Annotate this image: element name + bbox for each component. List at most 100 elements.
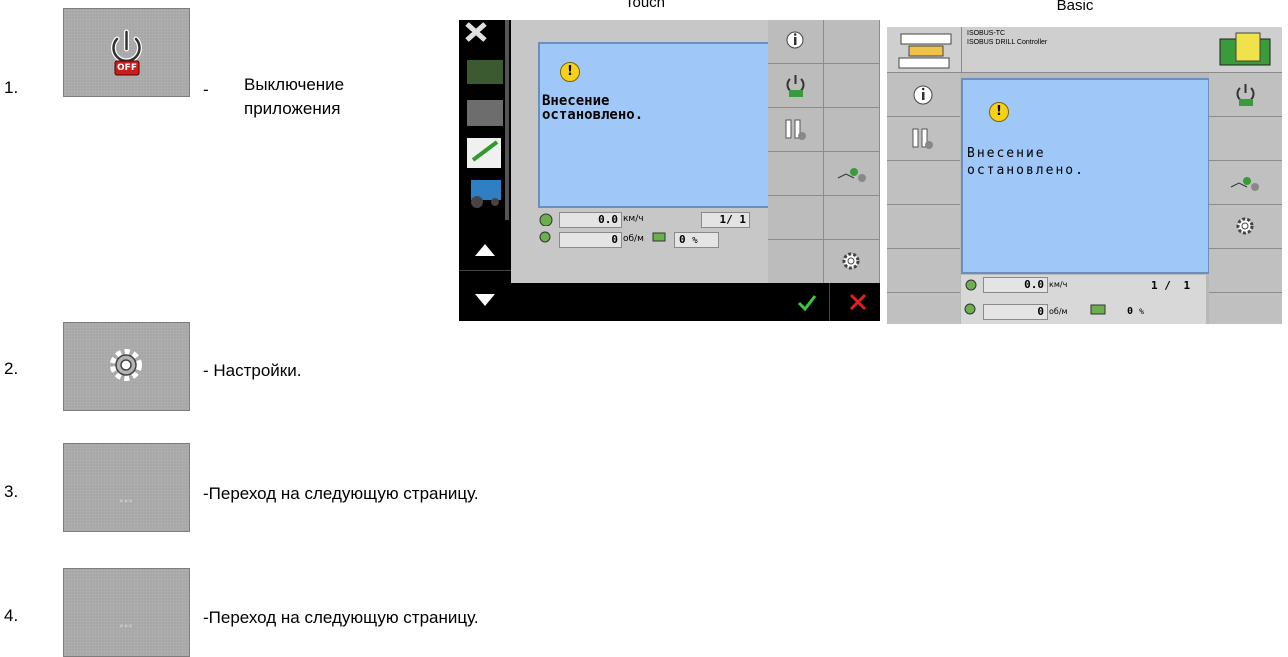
basic-empty-key-2[interactable] xyxy=(887,205,960,249)
item-number-2: 2. xyxy=(4,359,19,378)
touch-message-line2: остановлено. xyxy=(542,107,644,123)
basic-message-box: ! Внесение остановлено. xyxy=(961,78,1210,274)
gear-icon xyxy=(110,349,142,381)
basic-empty-key-6[interactable] xyxy=(1209,249,1282,293)
touch-empty-key-1[interactable] xyxy=(824,20,880,64)
touch-bottom-bar xyxy=(511,283,880,321)
item-3-description: -Переход на следующую страницу. xyxy=(203,484,479,503)
item-number-3: 3. xyxy=(4,482,19,501)
basic-status-area: 0.0 км/ч 1 / 1 0 об/м 0 % xyxy=(961,275,1206,324)
basic-caption: Basic xyxy=(1056,0,1094,14)
item-number-4: 4. xyxy=(4,606,19,625)
touch-main-area: ! Внесение остановлено. 0.0 км/ч 1/ 1 0 … xyxy=(511,20,880,284)
warning-icon: ! xyxy=(560,62,580,82)
touch-speed-unit: км/ч xyxy=(623,214,644,224)
touch-gear-key[interactable] xyxy=(824,240,880,284)
rpm-icon xyxy=(539,231,551,243)
item-1-description-line2: приложения xyxy=(244,99,341,118)
touch-empty-key-4[interactable] xyxy=(768,152,824,196)
touch-caption: Touch xyxy=(624,0,666,11)
touch-calibration-key[interactable] xyxy=(824,152,880,196)
basic-empty-key-7[interactable] xyxy=(1209,293,1282,324)
touch-terminal-screenshot: ! Внесение остановлено. 0.0 км/ч 1/ 1 0 … xyxy=(459,20,880,321)
basic-header: ISOBUS-TC ISOBUS DRILL Controller xyxy=(887,27,1282,73)
basic-power-on-key[interactable] xyxy=(1209,73,1282,117)
touch-softkeys xyxy=(768,20,880,284)
item-4-description: -Переход на следующую страницу. xyxy=(203,608,479,627)
touch-rpm-unit: об/м xyxy=(623,234,644,244)
basic-page-separator: / xyxy=(1164,279,1171,292)
tools-icon xyxy=(465,22,487,42)
basic-page-total: 1 xyxy=(1183,279,1191,292)
item-2-description: - Настройки. xyxy=(203,361,302,380)
arrow-up-icon xyxy=(475,244,495,256)
touch-info-key[interactable] xyxy=(768,20,824,64)
off-label: OFF xyxy=(117,63,137,73)
touch-speed-value: 0.0 xyxy=(598,213,618,226)
seed-icon xyxy=(652,232,666,242)
basic-rpm-unit: об/м xyxy=(1049,307,1068,316)
header-divider xyxy=(961,27,962,72)
basic-rpm-value: 0 xyxy=(1037,305,1044,318)
power-off-icon xyxy=(111,29,142,76)
settings-button xyxy=(63,322,190,411)
basic-rpm-field: 0 xyxy=(983,304,1048,320)
touch-sidebar xyxy=(459,20,511,321)
rpm-icon xyxy=(964,303,976,315)
more-dots-icon: ◦◦◦ xyxy=(119,496,134,507)
item-1-dash: - xyxy=(203,80,209,99)
basic-message-line1: Внесение xyxy=(967,146,1046,161)
seed-icon xyxy=(1090,304,1106,315)
basic-calibration-key[interactable] xyxy=(1209,161,1282,205)
arrow-down-icon xyxy=(475,294,495,306)
field-map-icon xyxy=(1219,32,1271,66)
basic-empty-key-3[interactable] xyxy=(887,249,960,293)
basic-speed-field: 0.0 xyxy=(983,277,1048,293)
touch-empty-key-5[interactable] xyxy=(768,196,824,240)
touch-rpm-field: 0 xyxy=(559,232,622,248)
basic-terminal-screenshot: ISOBUS-TC ISOBUS DRILL Controller ! Внес… xyxy=(887,27,1282,324)
touch-percent-unit: % xyxy=(692,236,698,246)
power-off-button: OFF xyxy=(63,8,190,97)
more-dots-icon: ◦◦◦ xyxy=(119,621,134,632)
machine-layout-icon xyxy=(898,33,952,69)
next-page-button: ◦◦◦ xyxy=(63,568,190,657)
basic-header-line1: ISOBUS-TC xyxy=(967,30,1006,37)
basic-empty-key-5[interactable] xyxy=(1209,117,1282,161)
touch-page-indicator: 1/ 1 xyxy=(701,212,750,228)
basic-gear-key[interactable] xyxy=(1209,205,1282,249)
warning-icon: ! xyxy=(989,102,1009,122)
machine-icon xyxy=(467,60,503,84)
touch-empty-key-6[interactable] xyxy=(824,196,880,240)
touch-drill-settings-key[interactable] xyxy=(768,108,824,152)
basic-percent-value: 0 xyxy=(1127,306,1134,317)
touch-speed-field: 0.0 xyxy=(559,212,622,228)
speed-icon xyxy=(539,213,553,226)
basic-percent-unit: % xyxy=(1139,307,1144,316)
basic-empty-key-4[interactable] xyxy=(887,293,960,324)
touch-empty-key-3[interactable] xyxy=(824,108,880,152)
item-1-description-line1: Выключение xyxy=(244,75,345,94)
bottom-divider xyxy=(829,283,830,321)
basic-percent-field: 0 % xyxy=(1127,306,1144,317)
touch-message-box: ! Внесение остановлено. xyxy=(538,42,772,208)
next-page-button: ◦◦◦ xyxy=(63,443,190,532)
touch-empty-key-7[interactable] xyxy=(768,240,824,284)
basic-drill-settings-key[interactable] xyxy=(887,117,960,161)
speed-icon xyxy=(965,279,977,291)
touch-percent-value: 0 xyxy=(679,233,686,246)
touch-message-line1: Внесение xyxy=(542,93,610,109)
item-number-1: 1. xyxy=(4,78,19,97)
basic-speed-unit: км/ч xyxy=(1049,280,1068,289)
basic-page-current: 1 xyxy=(1151,279,1158,292)
basic-info-key[interactable] xyxy=(887,73,960,117)
basic-header-line2: ISOBUS DRILL Controller xyxy=(967,39,1048,46)
touch-percent-field: 0 % xyxy=(674,232,719,248)
cancel-x-icon[interactable] xyxy=(847,291,869,313)
basic-empty-key-1[interactable] xyxy=(887,161,960,205)
basic-message-line2: остановлено. xyxy=(967,163,1085,178)
touch-power-on-key[interactable] xyxy=(768,64,824,108)
basic-page-indicator: 1 / 1 xyxy=(1151,279,1190,292)
touch-empty-key-2[interactable] xyxy=(824,64,880,108)
ok-check-icon[interactable] xyxy=(795,291,819,313)
